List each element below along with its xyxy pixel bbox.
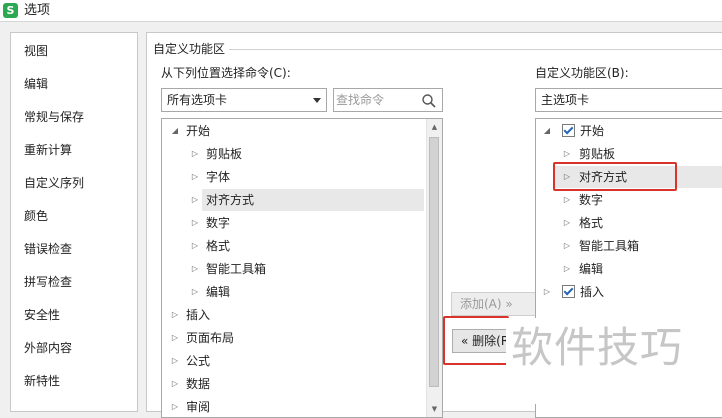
- sidebar: 视图 编辑 常规与保存 重新计算 自定义序列 颜色 错误检查 拼写检查 安全性 …: [10, 32, 138, 412]
- collapsed-triangle-icon[interactable]: ▷: [190, 143, 200, 165]
- sidebar-item-recalculate[interactable]: 重新计算: [24, 142, 72, 158]
- selected-node-label: 对齐方式: [202, 189, 424, 211]
- ribbon-node-home[interactable]: ◢ 开始: [536, 120, 722, 142]
- tree-node-data[interactable]: ▷ 数据: [162, 373, 424, 395]
- group-title: 自定义功能区: [153, 42, 226, 56]
- ribbon-node-number[interactable]: ▷ 数字: [536, 189, 722, 211]
- sidebar-item-custom-lists[interactable]: 自定义序列: [24, 175, 84, 191]
- tree-node-alignment[interactable]: ▷ 对齐方式: [162, 189, 424, 211]
- ribbon-tabs-dropdown[interactable]: 主选项卡: [535, 88, 722, 112]
- sidebar-item-security[interactable]: 安全性: [24, 307, 60, 323]
- search-icon[interactable]: [421, 93, 437, 109]
- tree-node-page-layout[interactable]: ▷ 页面布局: [162, 327, 424, 349]
- collapsed-triangle-icon[interactable]: ▷: [170, 327, 180, 349]
- tree-node-editing[interactable]: ▷ 编辑: [162, 281, 424, 303]
- ribbon-node-smart-toolbox[interactable]: ▷ 智能工具箱: [536, 235, 722, 257]
- commands-source-value: 所有选项卡: [167, 93, 228, 107]
- tree-node-clipboard[interactable]: ▷ 剪贴板: [162, 143, 424, 165]
- collapsed-triangle-icon[interactable]: ▷: [170, 304, 180, 326]
- tree-scrollbar[interactable]: ▲ ▼: [426, 119, 442, 417]
- collapsed-triangle-icon[interactable]: ▷: [190, 166, 200, 188]
- collapsed-triangle-icon[interactable]: ▷: [190, 212, 200, 234]
- command-search-box[interactable]: [333, 88, 443, 112]
- sidebar-item-spell-check[interactable]: 拼写检查: [24, 274, 72, 290]
- command-search-input[interactable]: [336, 91, 414, 109]
- scroll-down-icon[interactable]: ▼: [427, 401, 442, 417]
- checkbox-checked[interactable]: [562, 124, 575, 137]
- tree-node-format[interactable]: ▷ 格式: [162, 235, 424, 257]
- app-logo-icon: S: [3, 3, 18, 18]
- add-button[interactable]: 添加(A) »: [451, 292, 541, 316]
- sidebar-item-external-content[interactable]: 外部内容: [24, 340, 72, 356]
- window-title: 选项: [24, 3, 51, 18]
- tree-node-insert[interactable]: ▷ 插入: [162, 304, 424, 326]
- ribbon-node-format[interactable]: ▷ 格式: [536, 212, 722, 234]
- sidebar-item-new-features[interactable]: 新特性: [24, 373, 60, 389]
- tree-node-font[interactable]: ▷ 字体: [162, 166, 424, 188]
- sidebar-item-view[interactable]: 视图: [24, 43, 48, 59]
- sidebar-item-color[interactable]: 颜色: [24, 208, 48, 224]
- collapsed-triangle-icon[interactable]: ▷: [562, 235, 572, 257]
- expanded-triangle-icon[interactable]: ◢: [170, 120, 180, 142]
- chevron-down-icon: [313, 98, 321, 103]
- collapsed-triangle-icon[interactable]: ▷: [170, 350, 180, 372]
- commands-source-dropdown[interactable]: 所有选项卡: [161, 88, 327, 112]
- group-divider: [229, 49, 722, 50]
- tree-node-smart-toolbox[interactable]: ▷ 智能工具箱: [162, 258, 424, 280]
- tree-node-formulas[interactable]: ▷ 公式: [162, 350, 424, 372]
- choose-commands-label: 从下列位置选择命令(C):: [161, 66, 291, 80]
- collapsed-triangle-icon[interactable]: ▷: [562, 258, 572, 280]
- expanded-triangle-icon[interactable]: ◢: [542, 120, 552, 142]
- collapsed-triangle-icon[interactable]: ▷: [190, 258, 200, 280]
- collapsed-triangle-icon[interactable]: ▷: [190, 281, 200, 303]
- collapsed-triangle-icon[interactable]: ▷: [562, 189, 572, 211]
- customize-ribbon-label: 自定义功能区(B):: [535, 66, 629, 80]
- collapsed-triangle-icon[interactable]: ▷: [170, 373, 180, 395]
- ribbon-node-editing[interactable]: ▷ 编辑: [536, 258, 722, 280]
- tree-node-number[interactable]: ▷ 数字: [162, 212, 424, 234]
- ribbon-node-clipboard[interactable]: ▷ 剪贴板: [536, 143, 722, 165]
- title-bar: S 选项: [0, 0, 722, 22]
- collapsed-triangle-icon[interactable]: ▷: [562, 166, 572, 188]
- collapsed-triangle-icon[interactable]: ▷: [542, 281, 552, 303]
- ribbon-node-alignment[interactable]: ▷ 对齐方式: [553, 166, 722, 188]
- collapsed-triangle-icon[interactable]: ▷: [170, 396, 180, 417]
- collapsed-triangle-icon[interactable]: ▷: [190, 189, 200, 211]
- sidebar-item-general-save[interactable]: 常规与保存: [24, 109, 84, 125]
- sidebar-item-edit[interactable]: 编辑: [24, 76, 48, 92]
- ribbon-node-insert[interactable]: ▷ 插入: [536, 281, 722, 303]
- tree-node-home[interactable]: ◢ 开始: [162, 120, 424, 142]
- scroll-up-icon[interactable]: ▲: [427, 119, 442, 135]
- ribbon-tabs-value: 主选项卡: [541, 93, 590, 107]
- checkbox-checked[interactable]: [562, 285, 575, 298]
- tree-node-review[interactable]: ▷ 审阅: [162, 396, 424, 417]
- sidebar-item-error-check[interactable]: 错误检查: [24, 241, 72, 257]
- watermark-text: 软件技巧: [511, 323, 684, 372]
- collapsed-triangle-icon[interactable]: ▷: [562, 143, 572, 165]
- collapsed-triangle-icon[interactable]: ▷: [190, 235, 200, 257]
- collapsed-triangle-icon[interactable]: ▷: [562, 212, 572, 234]
- scroll-thumb[interactable]: [429, 137, 439, 387]
- commands-tree[interactable]: ◢ 开始 ▷ 剪贴板 ▷ 字体 ▷ 对齐方式 ▷ 数字 ▷ 格式 ▷ 智能工具箱…: [161, 118, 443, 418]
